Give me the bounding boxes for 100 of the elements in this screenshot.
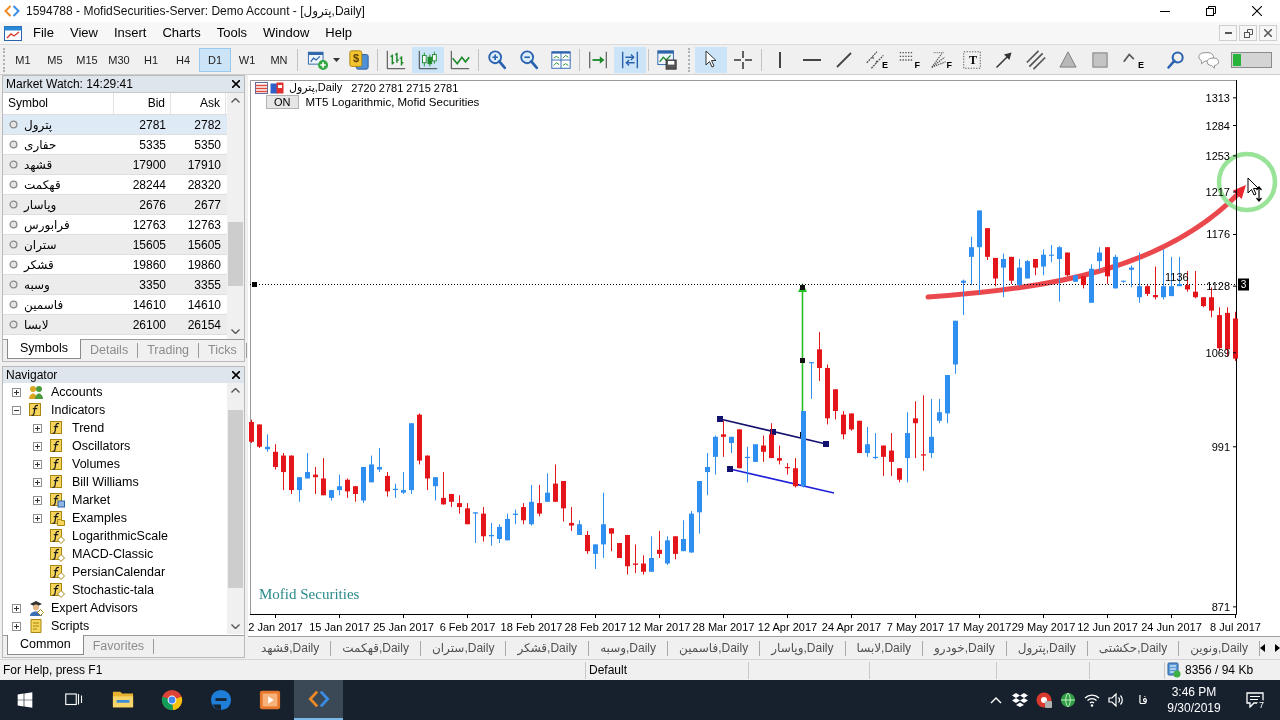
tree-item[interactable]: MACD-Classic: [72, 547, 154, 561]
candlesticks-icon[interactable]: [417, 48, 439, 71]
caret-icon[interactable]: [333, 57, 340, 62]
horizontal-level-line[interactable]: [249, 284, 1237, 285]
timeframe-button[interactable]: D1: [199, 47, 231, 72]
round-badge-icon[interactable]: [1036, 692, 1052, 708]
tree-item[interactable]: Accounts: [51, 385, 103, 399]
triangle-icon[interactable]: [1059, 51, 1077, 68]
panel-tab[interactable]: Symbols: [7, 339, 81, 359]
plus-box-icon[interactable]: [33, 423, 42, 433]
chevron-up-icon[interactable]: [231, 98, 240, 103]
menu-item[interactable]: Charts: [154, 23, 209, 43]
scrollbar-thumb[interactable]: [228, 410, 243, 588]
tree-item[interactable]: Stochastic-tala: [72, 583, 154, 597]
minus-box-icon[interactable]: [12, 405, 21, 415]
tree-item[interactable]: Bill Williams: [72, 475, 139, 489]
vertical-line-icon[interactable]: [779, 51, 781, 68]
trend-line-icon[interactable]: [836, 51, 852, 68]
menu-item[interactable]: Help: [317, 23, 361, 43]
tricolor-circle-icon[interactable]: [160, 689, 183, 711]
play-tile-icon[interactable]: [258, 689, 281, 711]
scroll-right-icon[interactable]: [1275, 644, 1280, 652]
speech-bubble-icon[interactable]: [1246, 692, 1264, 708]
timeframe-button[interactable]: M30: [103, 47, 135, 72]
diamonds-icon[interactable]: [1012, 693, 1028, 707]
close-icon[interactable]: [232, 80, 240, 88]
tree-item[interactable]: Market: [72, 493, 111, 507]
wifi-icon[interactable]: [1084, 693, 1100, 707]
scroll-left-icon[interactable]: [1260, 644, 1265, 652]
clock-date[interactable]: 9/30/2019: [1167, 700, 1221, 716]
chart-tab[interactable]: قشهد,Daily: [250, 640, 332, 656]
volume-icon[interactable]: [1108, 693, 1124, 707]
fibonacci-fan-button[interactable]: F: [924, 46, 956, 73]
tree-item[interactable]: Oscillators: [72, 439, 131, 453]
chevron-down-icon[interactable]: [231, 329, 240, 334]
close-icon[interactable]: [1252, 6, 1262, 16]
timeframe-button[interactable]: H1: [135, 47, 167, 72]
restore-icon[interactable]: [1206, 6, 1216, 16]
menu-item[interactable]: Window: [255, 23, 318, 43]
plus-box-icon[interactable]: [33, 459, 42, 469]
fibonacci-button[interactable]: F: [892, 46, 924, 73]
chart-tab[interactable]: پترول,Daily: [1006, 640, 1088, 656]
plus-box-icon[interactable]: [33, 441, 42, 451]
line-handle-icon[interactable]: [252, 282, 257, 287]
minimize-icon[interactable]: [1160, 10, 1170, 12]
chart-tab[interactable]: حکشتی,Daily: [1087, 640, 1180, 656]
input-language[interactable]: فا: [1128, 693, 1158, 707]
zoom-in-icon[interactable]: [486, 48, 508, 71]
column-header[interactable]: Ask: [171, 93, 226, 114]
mdi-close-button[interactable]: [1259, 25, 1277, 41]
tree-item[interactable]: Volumes: [72, 457, 120, 471]
panel-tab[interactable]: Common: [7, 635, 84, 655]
auto-scroll-button[interactable]: [614, 46, 646, 73]
chart-tab[interactable]: قشکر,Daily: [506, 640, 590, 656]
indicator-toggle-button[interactable]: ON: [266, 95, 299, 109]
chart-template-icon[interactable]: [656, 48, 678, 71]
plus-box-icon[interactable]: [12, 387, 21, 397]
text-button[interactable]: T: [956, 46, 988, 73]
chart-tab[interactable]: ونوین,Daily: [1179, 640, 1260, 656]
profiles-button[interactable]: $: [343, 46, 375, 73]
plus-box-icon[interactable]: [12, 621, 21, 631]
chart-tab[interactable]: لابسا,Daily: [845, 640, 924, 656]
mdi-minimize-button[interactable]: [1219, 25, 1237, 41]
plus-box-icon[interactable]: [33, 477, 42, 487]
tree-item[interactable]: Indicators: [51, 403, 106, 417]
menu-item[interactable]: Tools: [208, 23, 256, 43]
chevrons-icon[interactable]: [307, 688, 330, 710]
trend-line[interactable]: [727, 466, 835, 494]
crosshair-icon[interactable]: [734, 50, 752, 69]
chevron-up-icon[interactable]: [231, 388, 240, 393]
ohlc-bars-icon[interactable]: [385, 48, 407, 71]
timeframe-button[interactable]: M15: [71, 47, 103, 72]
plus-box-icon[interactable]: [33, 495, 42, 505]
timeframe-button[interactable]: M1: [7, 47, 39, 72]
column-header[interactable]: Symbol: [3, 93, 114, 114]
cards-icon[interactable]: [348, 48, 370, 71]
chart-tab[interactable]: ستران,Daily: [420, 640, 507, 656]
minimize-icon[interactable]: [1224, 32, 1232, 34]
tiled-windows-icon[interactable]: [550, 48, 572, 71]
candlesticks-button[interactable]: [412, 46, 444, 73]
chart-tab[interactable]: فاسمین,Daily: [668, 640, 761, 656]
globe-icon[interactable]: [1060, 692, 1076, 708]
menu-item[interactable]: View: [61, 23, 106, 43]
parallel-lines-icon[interactable]: [1026, 49, 1046, 70]
pointer-icon[interactable]: [705, 50, 717, 69]
tree-item[interactable]: Trend: [72, 421, 105, 435]
zoom-out-icon[interactable]: [518, 48, 540, 71]
chart-tab[interactable]: وسبه,Daily: [589, 640, 669, 656]
clock-time[interactable]: 3:46 PM: [1171, 684, 1217, 700]
four-panes-icon[interactable]: [16, 692, 33, 708]
vertical-scrollbar[interactable]: [227, 383, 244, 634]
horizontal-line-icon[interactable]: [803, 58, 821, 61]
timeframe-button[interactable]: W1: [231, 47, 263, 72]
line-chart-icon[interactable]: [449, 48, 471, 71]
vertical-scrollbar[interactable]: [227, 93, 244, 339]
elliott-wave-button[interactable]: E: [1116, 46, 1148, 73]
menu-item[interactable]: File: [25, 23, 62, 43]
chart-tab[interactable]: وپاسار,Daily: [760, 640, 846, 656]
mdi-restore-button[interactable]: [1239, 25, 1257, 41]
scrollbar-thumb[interactable]: [228, 222, 243, 286]
